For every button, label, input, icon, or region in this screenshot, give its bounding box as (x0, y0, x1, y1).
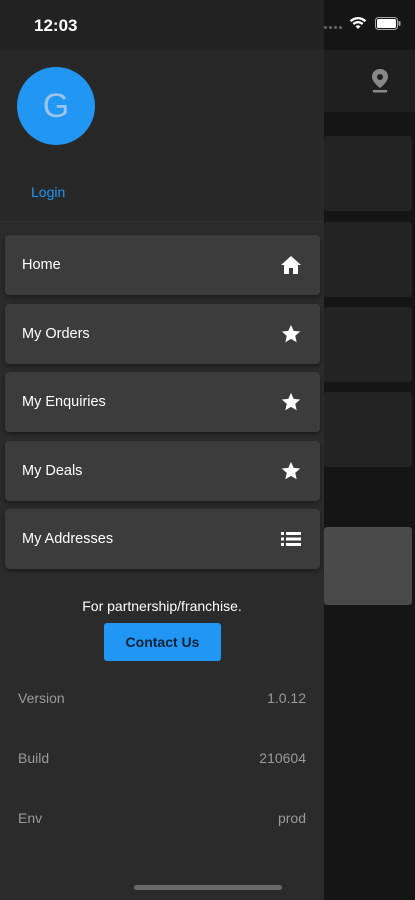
list-icon (280, 528, 302, 550)
background-card (324, 222, 412, 297)
wifi-icon (349, 17, 367, 29)
info-row-version: Version 1.0.12 (18, 690, 306, 706)
menu-item-label: My Orders (22, 325, 90, 342)
info-label: Version (18, 690, 65, 706)
drawer-menu: Home My Orders My Enquiries My Deals My … (5, 235, 320, 578)
login-link[interactable]: Login (31, 184, 65, 200)
menu-item-label: My Addresses (22, 531, 114, 547)
background-card (324, 136, 412, 211)
info-row-env: Env prod (18, 810, 306, 826)
menu-item-home[interactable]: Home (5, 235, 320, 295)
star-icon (280, 323, 302, 345)
battery-icon (375, 16, 401, 30)
status-bar: 12:03 (0, 0, 324, 50)
contact-us-button[interactable]: Contact Us (104, 623, 221, 661)
info-label: Build (18, 750, 50, 766)
star-icon (280, 391, 302, 413)
signal-dots (324, 26, 346, 29)
background-card (324, 307, 412, 382)
menu-item-my-addresses[interactable]: My Addresses (5, 509, 320, 569)
menu-item-label: My Deals (22, 462, 83, 479)
info-row-build: Build 210604 (18, 750, 306, 766)
home-icon (280, 254, 302, 276)
info-value: 1.0.12 (267, 690, 306, 706)
info-label: Env (18, 810, 43, 826)
background-card (324, 392, 412, 467)
info-value: 210604 (259, 750, 306, 766)
background-card (324, 527, 412, 605)
avatar[interactable]: G (17, 67, 95, 145)
menu-item-label: My Enquiries (22, 394, 106, 410)
status-time: 12:03 (34, 16, 78, 35)
menu-item-my-enquiries[interactable]: My Enquiries (5, 372, 320, 432)
navigation-drawer: 12:03 G Login Home My Orders My Enquirie… (0, 0, 324, 900)
status-icons (349, 16, 401, 30)
menu-item-my-deals[interactable]: My Deals (5, 440, 320, 501)
location-pin-icon[interactable] (369, 68, 391, 94)
home-indicator[interactable] (134, 885, 282, 890)
info-value: prod (277, 810, 306, 826)
menu-item-label: Home (22, 257, 61, 273)
profile-header: G Login (0, 50, 324, 222)
star-icon (280, 460, 302, 482)
menu-item-my-orders[interactable]: My Orders (5, 303, 320, 364)
partnership-text: For partnership/franchise. (82, 598, 242, 614)
